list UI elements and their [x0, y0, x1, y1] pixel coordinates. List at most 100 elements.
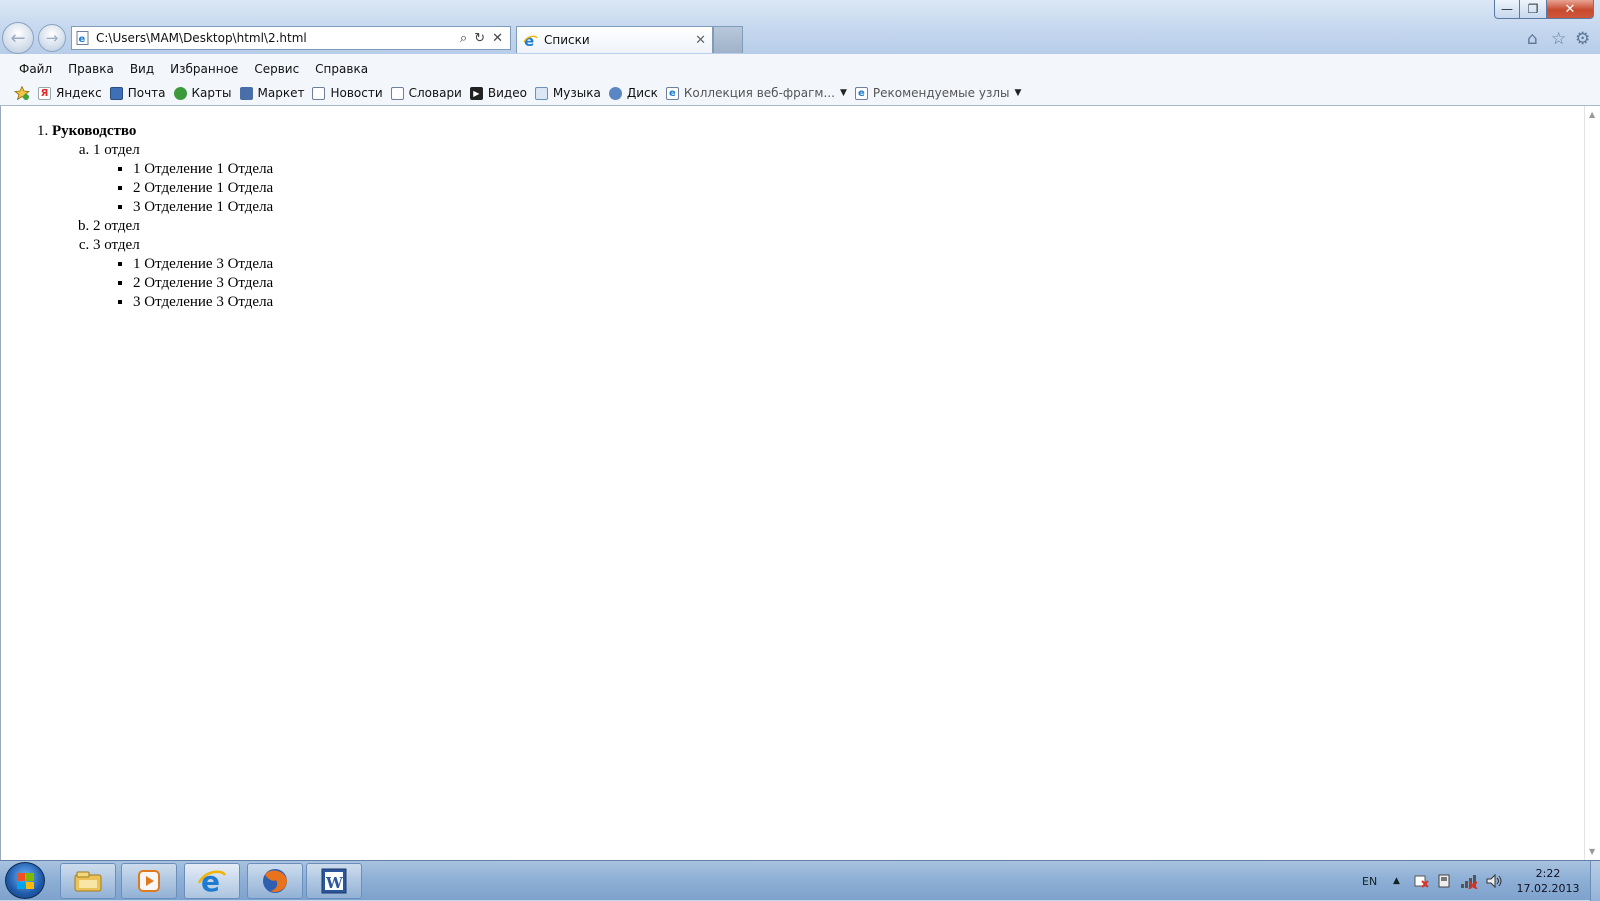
address-bar[interactable]: e C:\Users\MAM\Desktop\html\2.html ⌕ ↻ ✕ [71, 26, 511, 50]
menu-edit[interactable]: Правка [60, 62, 122, 76]
fav-label: Новости [330, 86, 383, 100]
maximize-button[interactable]: ❐ [1520, 0, 1547, 19]
show-desktop-button[interactable] [1590, 861, 1600, 901]
disk-icon [608, 86, 622, 100]
dropdown-caret-icon[interactable]: ▼ [1014, 88, 1021, 98]
forward-arrow-icon: → [45, 29, 59, 47]
dictionary-icon [390, 86, 404, 100]
taskbar-explorer[interactable] [60, 863, 116, 899]
fav-web-slice-gallery[interactable]: e Коллекция веб-фрагм... ▼ [665, 86, 847, 100]
department-name: 2 отдел [93, 218, 140, 234]
windows-logo-icon [17, 873, 34, 889]
close-icon: ✕ [1564, 1, 1576, 17]
scroll-up-icon[interactable]: ▲ [1589, 110, 1595, 119]
video-icon: ▶ [469, 86, 483, 100]
section-list: 1 Отделение 3 Отдела 2 Отделение 3 Отдел… [93, 255, 273, 312]
fav-label: Маркет [257, 86, 305, 100]
fav-news[interactable]: Новости [312, 86, 383, 100]
vertical-scrollbar[interactable]: ▲ ▼ [1584, 106, 1600, 860]
favorites-star-icon[interactable]: ☆ [1551, 29, 1566, 49]
tab-title: Списки [544, 33, 590, 47]
internet-explorer-icon: e [523, 33, 538, 48]
ie-page-icon: e [665, 86, 679, 100]
minimize-button[interactable]: — [1494, 0, 1520, 19]
org-list: Руководство 1 отдел 1 Отделение 1 Отдела… [1, 122, 273, 312]
menu-favorites[interactable]: Избранное [162, 62, 246, 76]
fav-video[interactable]: ▶ Видео [469, 86, 527, 100]
tray-volume-icon[interactable] [1485, 861, 1503, 901]
fav-maps[interactable]: Карты [173, 86, 232, 100]
tray-action-center-icon[interactable] [1413, 861, 1429, 901]
home-icon[interactable]: ⌂ [1527, 29, 1538, 49]
browser-titlebar: — ❐ ✕ ← → e C:\Users\MAM\Desktop\html\2.… [0, 0, 1600, 54]
page-viewport: Руководство 1 отдел 1 Отделение 1 Отдела… [0, 106, 1584, 860]
ie-page-icon: e [854, 86, 868, 100]
favorites-add-star-icon [14, 86, 30, 100]
fav-label: Словари [408, 86, 462, 100]
language-label: EN [1362, 874, 1378, 888]
refresh-icon[interactable]: ↻ [474, 31, 485, 46]
list-item-root: Руководство 1 отдел 1 Отделение 1 Отдела… [52, 122, 273, 312]
menu-help[interactable]: Справка [307, 62, 376, 76]
fav-disk[interactable]: Диск [608, 86, 658, 100]
clock-time: 2:22 [1535, 867, 1561, 880]
start-button[interactable] [5, 862, 45, 899]
department-item: 3 отдел 1 Отделение 3 Отдела 2 Отделение… [93, 236, 273, 312]
section-item: 3 Отделение 3 Отдела [133, 293, 273, 312]
market-icon [239, 86, 253, 100]
section-item: 2 Отделение 1 Отдела [133, 179, 273, 198]
scroll-down-icon[interactable]: ▼ [1589, 847, 1595, 856]
taskbar-firefox[interactable] [247, 863, 303, 899]
section-list: 1 Отделение 1 Отдела 2 Отделение 1 Отдел… [93, 160, 273, 217]
fav-label: Рекомендуемые узлы [872, 86, 1010, 100]
taskbar-word[interactable]: W [306, 863, 362, 899]
tab-active[interactable]: e Списки ✕ [516, 26, 713, 53]
menu-bar: Файл Правка Вид Избранное Сервис Справка [11, 58, 376, 80]
search-icon[interactable]: ⌕ [460, 31, 467, 46]
file-explorer-icon [74, 871, 102, 892]
news-icon [312, 86, 326, 100]
dropdown-caret-icon[interactable]: ▼ [840, 88, 847, 98]
menu-view[interactable]: Вид [122, 62, 162, 76]
fav-label: Музыка [552, 86, 601, 100]
show-hidden-icons-button[interactable]: ▲ [1393, 861, 1400, 901]
section-item: 1 Отделение 3 Отдела [133, 255, 273, 274]
favorites-center-button[interactable] [14, 86, 30, 100]
fav-suggested-sites[interactable]: e Рекомендуемые узлы ▼ [854, 86, 1021, 100]
fav-label: Почта [127, 86, 166, 100]
internet-explorer-icon: e [197, 866, 227, 896]
command-toolbars: Файл Правка Вид Избранное Сервис Справка… [0, 54, 1600, 106]
department-name: 1 отдел [93, 142, 140, 158]
tray-network-icon[interactable] [1460, 861, 1478, 901]
tools-gear-icon[interactable]: ⚙ [1575, 29, 1590, 49]
fav-music[interactable]: Музыка [534, 86, 601, 100]
back-button[interactable]: ← [2, 22, 34, 54]
fav-yandex[interactable]: Я Яндекс [38, 86, 102, 100]
department-list: 1 отдел 1 Отделение 1 Отдела 2 Отделение… [52, 141, 273, 312]
taskbar-media-player[interactable] [121, 863, 177, 899]
taskbar: e W EN ▲ 2:22 17.02.2013 [0, 860, 1600, 901]
favorites-bar: Я Яндекс Почта Карты Маркет Новости Слова… [14, 82, 1029, 104]
fav-label: Диск [626, 86, 658, 100]
taskbar-internet-explorer[interactable]: e [184, 863, 240, 899]
menu-file[interactable]: Файл [11, 62, 60, 76]
root-title: Руководство [52, 123, 137, 139]
fav-mail[interactable]: Почта [109, 86, 166, 100]
new-tab-button[interactable] [713, 26, 743, 53]
system-clock[interactable]: 2:22 17.02.2013 [1508, 866, 1588, 896]
fav-market[interactable]: Маркет [239, 86, 305, 100]
tab-close-icon[interactable]: ✕ [695, 33, 706, 48]
language-indicator[interactable]: EN [1362, 861, 1377, 901]
clock-date: 17.02.2013 [1516, 882, 1580, 895]
fav-dictionary[interactable]: Словари [390, 86, 462, 100]
department-item: 1 отдел 1 Отделение 1 Отдела 2 Отделение… [93, 141, 273, 217]
close-button[interactable]: ✕ [1547, 0, 1594, 19]
menu-tools[interactable]: Сервис [246, 62, 307, 76]
department-item: 2 отдел [93, 217, 273, 236]
address-url[interactable]: C:\Users\MAM\Desktop\html\2.html [96, 31, 460, 45]
forward-button[interactable]: → [38, 24, 66, 52]
stop-icon[interactable]: ✕ [492, 31, 503, 46]
music-icon [534, 86, 548, 100]
word-icon: W [321, 868, 347, 894]
tray-power-icon[interactable] [1436, 861, 1452, 901]
